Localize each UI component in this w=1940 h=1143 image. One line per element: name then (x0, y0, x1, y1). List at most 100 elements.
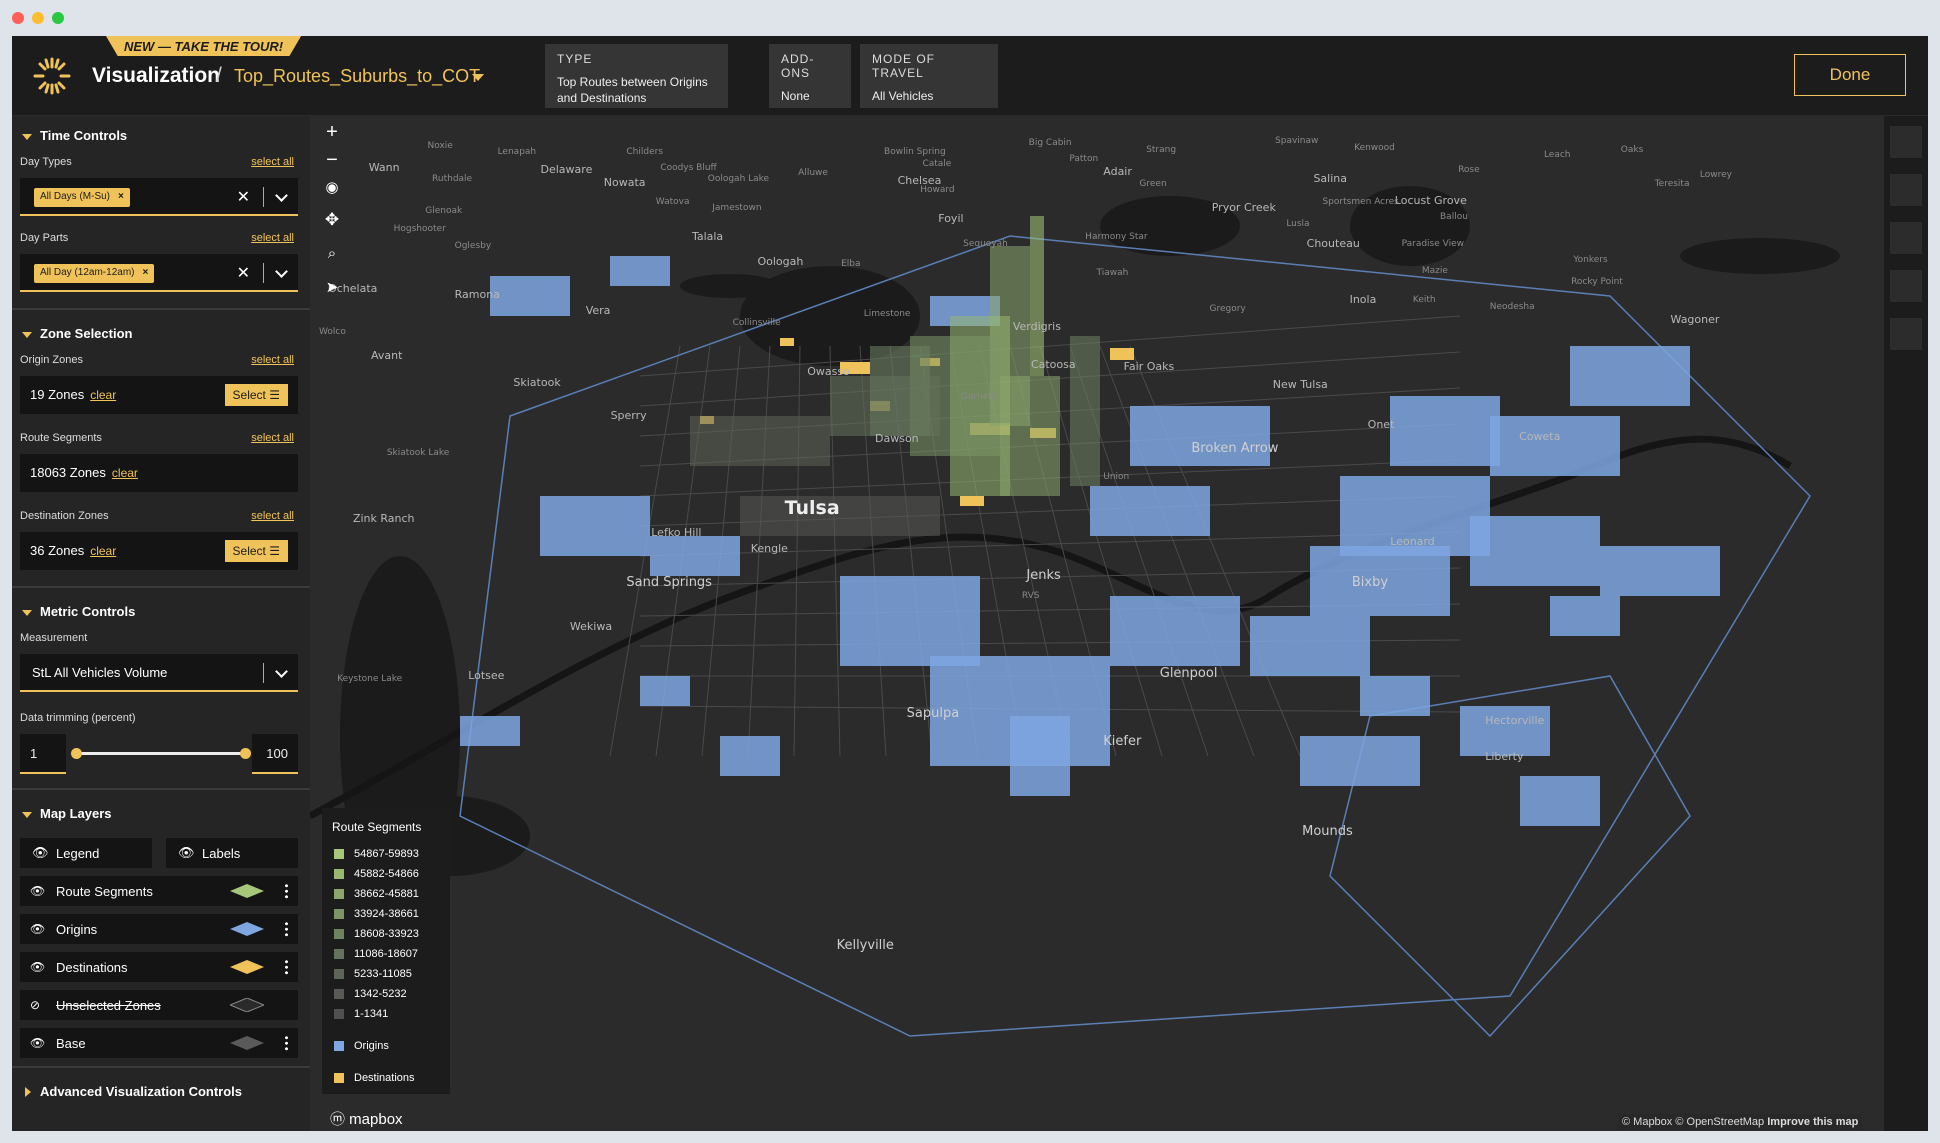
map-canvas[interactable]: Tulsa Broken Arrow Sand Springs Sapulpa Bixb… (310, 116, 1884, 1131)
legend-origins: Origins (332, 1040, 440, 1060)
legend-toggle[interactable]: 👁 Legend (20, 838, 152, 868)
trim-min-input[interactable]: 1 (20, 734, 66, 774)
addons-box[interactable]: ADD-ONS None (769, 44, 851, 108)
map-layers-header[interactable]: Map Layers (12, 794, 310, 830)
map-toggles-row: 👁 Legend 👁 Labels (20, 838, 298, 868)
map-place-label: Jamestown (712, 203, 762, 214)
chevron-down-icon[interactable] (275, 665, 288, 678)
destination-zones-select-button[interactable]: Select ☰ (224, 540, 288, 562)
search-icon[interactable]: ⌕ (320, 242, 344, 266)
route-segments-select-all[interactable]: select all (251, 432, 294, 444)
labels-toggle[interactable]: 👁 Labels (166, 838, 298, 868)
document-icon[interactable] (1890, 270, 1922, 302)
done-button[interactable]: Done (1794, 54, 1906, 96)
eye-icon[interactable]: 👁 (30, 1036, 46, 1050)
legend-label: 54867-59893 (354, 848, 419, 860)
route-segments-clear[interactable]: clear (112, 466, 138, 480)
metric-controls-header[interactable]: Metric Controls (12, 592, 310, 628)
zoom-in-icon[interactable]: + (320, 120, 344, 144)
mode-of-travel-box[interactable]: MODE OF TRAVEL All Vehicles (860, 44, 998, 108)
chart-icon[interactable] (1890, 126, 1922, 158)
top-header: NEW — TAKE THE TOUR! Visualization / Top… (12, 36, 1928, 116)
kebab-menu-icon[interactable] (285, 959, 288, 975)
chevron-down-icon[interactable] (472, 74, 484, 81)
layer-row[interactable]: 👁 Base (20, 1028, 298, 1058)
eye-icon[interactable]: 👁 (30, 884, 46, 898)
sort-icon[interactable] (1890, 174, 1922, 206)
origin-zones-clear[interactable]: clear (90, 388, 116, 402)
time-controls-header[interactable]: Time Controls (12, 116, 310, 152)
slider-min-handle[interactable] (71, 748, 82, 759)
map-place-label: Lenapah (497, 147, 537, 158)
destination-zones-select-all[interactable]: select all (251, 510, 294, 522)
day-types-chip[interactable]: All Days (M-Su) × (34, 188, 130, 207)
clear-icon[interactable]: ✕ (237, 187, 250, 207)
compass-icon[interactable]: ◉ (320, 176, 344, 200)
pan-icon[interactable]: ✥ (320, 208, 344, 232)
origin-zones-count: 19 Zones (30, 387, 85, 402)
chevron-down-icon[interactable] (275, 189, 288, 202)
layer-row[interactable]: 👁 Route Segments (20, 876, 298, 906)
zone-selection-header[interactable]: Zone Selection (12, 314, 310, 350)
layer-color-swatch[interactable] (230, 960, 264, 974)
map-place-label: Inola (1349, 292, 1377, 306)
slider-track[interactable] (76, 752, 246, 755)
balance-icon[interactable] (1890, 222, 1922, 254)
pointer-icon[interactable]: ➤ (320, 276, 344, 300)
remove-chip-icon[interactable]: × (142, 267, 148, 278)
advanced-controls-header[interactable]: Advanced Visualization Controls (12, 1072, 310, 1108)
map-place-label: Collinsville (732, 317, 781, 328)
download-icon[interactable] (1890, 318, 1922, 350)
close-window-button[interactable] (12, 12, 24, 24)
day-parts-select[interactable]: All Day (12am-12am) × ✕ (20, 254, 298, 292)
layer-row[interactable]: ⊘ Unselected Zones (20, 990, 298, 1020)
layer-row[interactable]: 👁 Origins (20, 914, 298, 944)
chevron-down-icon[interactable] (275, 265, 288, 278)
map-place-label: Wagoner (1670, 313, 1720, 327)
day-parts-chip[interactable]: All Day (12am-12am) × (34, 264, 155, 283)
kebab-menu-icon[interactable] (285, 921, 288, 937)
legend-label: 11086-18607 (354, 948, 419, 960)
eye-icon[interactable]: 👁 (30, 960, 46, 974)
day-types-select-all[interactable]: select all (251, 156, 294, 168)
layer-color-swatch[interactable] (230, 1036, 264, 1050)
layer-color-swatch[interactable] (230, 922, 264, 936)
divider (12, 788, 310, 790)
type-box[interactable]: TYPE Top Routes between Origins and Dest… (545, 44, 728, 108)
kebab-menu-icon[interactable] (285, 1035, 288, 1051)
attribution-text[interactable]: © Mapbox © OpenStreetMap (1622, 1116, 1764, 1128)
layer-color-swatch[interactable] (230, 884, 264, 898)
origin-zone (1300, 736, 1420, 786)
origin-zones-select-all[interactable]: select all (251, 354, 294, 366)
measurement-select[interactable]: StL All Vehicles Volume (20, 654, 298, 692)
map-place-label: Green (1139, 178, 1167, 189)
day-parts-select-all[interactable]: select all (251, 232, 294, 244)
improve-map-link[interactable]: Improve this map (1767, 1116, 1858, 1128)
slider-max-handle[interactable] (240, 748, 251, 759)
mapbox-logo[interactable]: ⓜ mapbox (330, 1108, 403, 1129)
zoom-out-icon[interactable]: − (320, 148, 344, 172)
origin-zones-select-button[interactable]: Select ☰ (224, 384, 288, 406)
eye-off-icon[interactable]: ⊘ (30, 998, 46, 1012)
visualization-name[interactable]: Top_Routes_Suburbs_to_COT (234, 66, 480, 87)
maximize-window-button[interactable] (52, 12, 64, 24)
clear-icon[interactable]: ✕ (237, 263, 250, 283)
layer-name: Unselected Zones (56, 998, 161, 1013)
day-types-select[interactable]: All Days (M-Su) × ✕ (20, 178, 298, 216)
minimize-window-button[interactable] (32, 12, 44, 24)
take-the-tour-banner[interactable]: NEW — TAKE THE TOUR! (106, 36, 302, 56)
origin-zone (540, 496, 650, 556)
destination-zone (960, 496, 984, 506)
kebab-menu-icon[interactable] (285, 883, 288, 899)
breadcrumb-section[interactable]: Visualization (92, 64, 220, 88)
layer-row[interactable]: 👁 Destinations (20, 952, 298, 982)
map-place-label: Fair Oaks (1123, 360, 1175, 374)
destination-zones-clear[interactable]: clear (90, 544, 116, 558)
layer-color-swatch[interactable] (230, 998, 264, 1012)
remove-chip-icon[interactable]: × (118, 191, 124, 202)
trim-max-input[interactable]: 100 (252, 734, 298, 774)
legend-item: 54867-59893 (332, 848, 440, 868)
eye-icon[interactable]: 👁 (30, 922, 46, 936)
origin-zone (1490, 416, 1620, 476)
map-place-label: Patton (1069, 154, 1099, 165)
